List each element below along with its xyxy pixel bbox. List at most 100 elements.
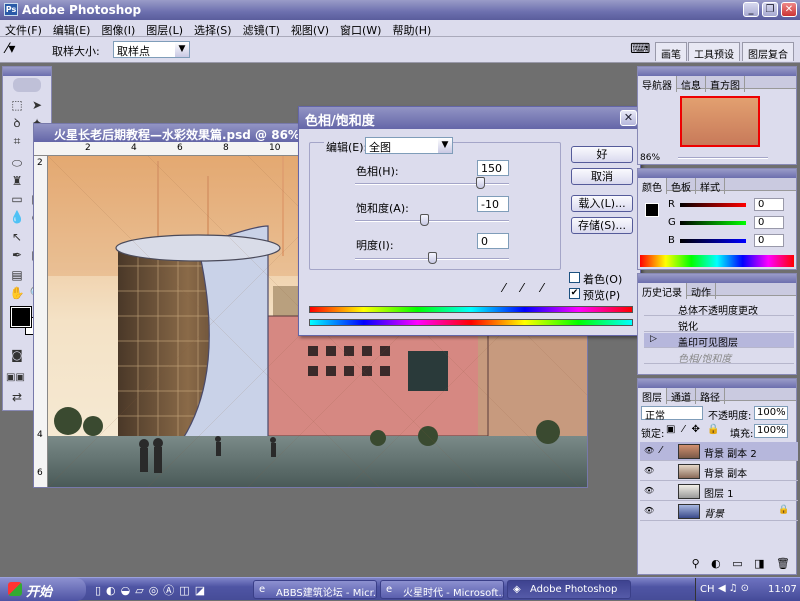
menu-filter[interactable]: 滤镜(T) — [238, 20, 286, 38]
saturation-input[interactable]: -10 — [477, 196, 509, 212]
history-item[interactable]: 锐化 — [644, 317, 794, 333]
tab-actions[interactable]: 动作 — [687, 283, 716, 299]
menu-layer[interactable]: 图层(L) — [141, 20, 189, 38]
hue-slider-track[interactable] — [355, 183, 509, 185]
pen-tool-icon[interactable]: ✒ — [8, 247, 26, 264]
tab-histogram[interactable]: 直方图 — [706, 76, 745, 92]
tab-navigator[interactable]: 导航器 — [638, 76, 677, 92]
eyedropper-icon[interactable]: ⁄ — [503, 281, 505, 295]
hue-slider-thumb[interactable] — [475, 177, 485, 189]
eye-icon[interactable]: 👁 — [644, 506, 654, 515]
history-item[interactable]: 盖印可见图层 — [644, 333, 794, 349]
saturation-slider-track[interactable] — [355, 220, 509, 222]
opacity-input[interactable]: 100% — [754, 406, 788, 420]
eye-icon[interactable]: 👁 — [644, 466, 654, 475]
ok-button[interactable]: 好 — [571, 146, 633, 163]
tab-styles[interactable]: 样式 — [696, 178, 725, 194]
eye-icon[interactable]: 👁 — [644, 446, 654, 455]
path-selection-tool-icon[interactable]: ↖ — [8, 229, 26, 246]
screen-mode-icon[interactable]: ▣▣ — [6, 369, 25, 386]
cancel-button[interactable]: 取消 — [571, 168, 633, 185]
crop-tool-icon[interactable]: ⌗ — [8, 133, 26, 150]
taskbar-button[interactable]: e 火星时代 - Microsoft... — [380, 580, 504, 599]
menu-help[interactable]: 帮助(H) — [387, 20, 437, 38]
quick-launch-icons[interactable]: ▯◐◒▱◎Ⓐ◫◪ — [95, 582, 210, 598]
chevron-down-icon[interactable]: ▼ — [175, 42, 189, 57]
chevron-down-icon[interactable]: ▼ — [438, 138, 452, 153]
history-item[interactable]: 色相/饱和度 — [644, 349, 794, 365]
layer-row[interactable]: 👁 图层 1 — [640, 482, 798, 501]
layer-row[interactable]: 👁 ⁄ 背景 副本 2 — [640, 442, 798, 461]
foreground-color-chip[interactable] — [645, 203, 659, 217]
menu-view[interactable]: 视图(V) — [286, 20, 335, 38]
palette-tool-presets-tab[interactable]: 工具预设 — [688, 42, 740, 61]
saturation-slider-thumb[interactable] — [420, 214, 430, 226]
eyedropper-plus-icon[interactable]: ⁄ — [521, 281, 523, 295]
marquee-tool-icon[interactable]: ⬚ — [8, 97, 26, 114]
jump-to-imageready-icon[interactable]: ⇄ — [8, 389, 26, 406]
history-item[interactable]: 总体不透明度更改 — [644, 301, 794, 317]
hand-tool-icon[interactable]: ✋ — [8, 285, 26, 302]
layer-row[interactable]: 👁 背景 🔒 — [640, 502, 798, 521]
file-browser-icon[interactable]: ⌨ — [630, 41, 650, 57]
tray-icons[interactable]: ◀♫⊙ — [718, 583, 752, 594]
tab-paths[interactable]: 路径 — [696, 388, 725, 404]
menu-window[interactable]: 窗口(W) — [335, 20, 387, 38]
healing-brush-tool-icon[interactable]: ⬭ — [8, 155, 26, 172]
blue-slider[interactable] — [680, 239, 746, 243]
blend-mode-select[interactable]: 正常 — [641, 406, 703, 422]
blur-tool-icon[interactable]: 💧 — [8, 209, 26, 226]
green-slider[interactable] — [680, 221, 746, 225]
tab-channels[interactable]: 通道 — [667, 388, 696, 404]
dialog-close-button[interactable]: ✕ — [620, 110, 637, 126]
hue-input[interactable]: 150 — [477, 160, 509, 176]
save-button[interactable]: 存储(S)... — [571, 217, 633, 234]
move-tool-icon[interactable]: ➤ — [28, 97, 46, 114]
menu-image[interactable]: 图像(I) — [96, 20, 141, 38]
taskbar-button[interactable]: ◈ Adobe Photoshop — [507, 580, 631, 599]
preview-checkbox[interactable]: ✔ — [569, 288, 580, 299]
eyedropper-minus-icon[interactable]: ⁄ — [541, 281, 543, 295]
foreground-color-swatch[interactable] — [10, 306, 32, 328]
navigator-thumbnail[interactable] — [680, 96, 760, 147]
green-value[interactable]: 0 — [754, 216, 784, 229]
tab-history[interactable]: 历史记录 — [638, 283, 687, 299]
restore-button[interactable]: ❐ — [762, 2, 778, 17]
menu-select[interactable]: 选择(S) — [189, 20, 238, 38]
red-slider[interactable] — [680, 203, 746, 207]
lock-icons[interactable]: ▣ ⁄ ✥ 🔒 — [666, 424, 721, 435]
navigator-zoom-slider[interactable] — [678, 157, 768, 159]
color-ramp[interactable] — [640, 255, 794, 267]
start-button[interactable]: 开始 — [0, 578, 86, 601]
layer-action-icons[interactable]: ⚲ ◐ ▭ ◨ 🗑 — [640, 557, 794, 573]
eraser-tool-icon[interactable]: ▭ — [8, 191, 26, 208]
eyedropper-tool-preset-icon[interactable]: ⁄▾ — [6, 41, 15, 57]
clone-stamp-tool-icon[interactable]: ♜ — [8, 173, 26, 190]
language-indicator[interactable]: CH — [700, 584, 715, 595]
load-button[interactable]: 载入(L)... — [571, 195, 633, 212]
eye-icon[interactable]: 👁 — [644, 486, 654, 495]
taskbar-button[interactable]: e ABBS建筑论坛 - Micr... — [253, 580, 377, 599]
palette-brushes-tab[interactable]: 画笔 — [655, 42, 687, 61]
minimize-button[interactable]: _ — [743, 2, 759, 17]
notes-tool-icon[interactable]: ▤ — [8, 267, 26, 284]
lightness-input[interactable]: 0 — [477, 233, 509, 249]
menu-file[interactable]: 文件(F) — [0, 20, 48, 38]
blue-value[interactable]: 0 — [754, 234, 784, 247]
lightness-slider-thumb[interactable] — [428, 252, 437, 264]
fill-input[interactable]: 100% — [754, 424, 788, 438]
menu-edit[interactable]: 编辑(E) — [48, 20, 97, 38]
standard-mode-icon[interactable]: ◙ — [8, 347, 26, 364]
tab-layers[interactable]: 图层 — [638, 388, 667, 404]
close-button[interactable]: ✕ — [781, 2, 797, 17]
sample-size-select[interactable]: 取样点 ▼ — [113, 41, 190, 58]
tab-color[interactable]: 颜色 — [638, 178, 667, 194]
tab-info[interactable]: 信息 — [677, 76, 706, 92]
colorize-checkbox[interactable] — [569, 272, 580, 283]
palette-layer-comps-tab[interactable]: 图层复合 — [742, 42, 794, 61]
red-value[interactable]: 0 — [754, 198, 784, 211]
layer-row[interactable]: 👁 背景 副本 — [640, 462, 798, 481]
lasso-tool-icon[interactable]: ꝺ — [8, 115, 26, 132]
edit-select[interactable]: 全图 ▼ — [365, 137, 453, 154]
tab-swatches[interactable]: 色板 — [667, 178, 696, 194]
